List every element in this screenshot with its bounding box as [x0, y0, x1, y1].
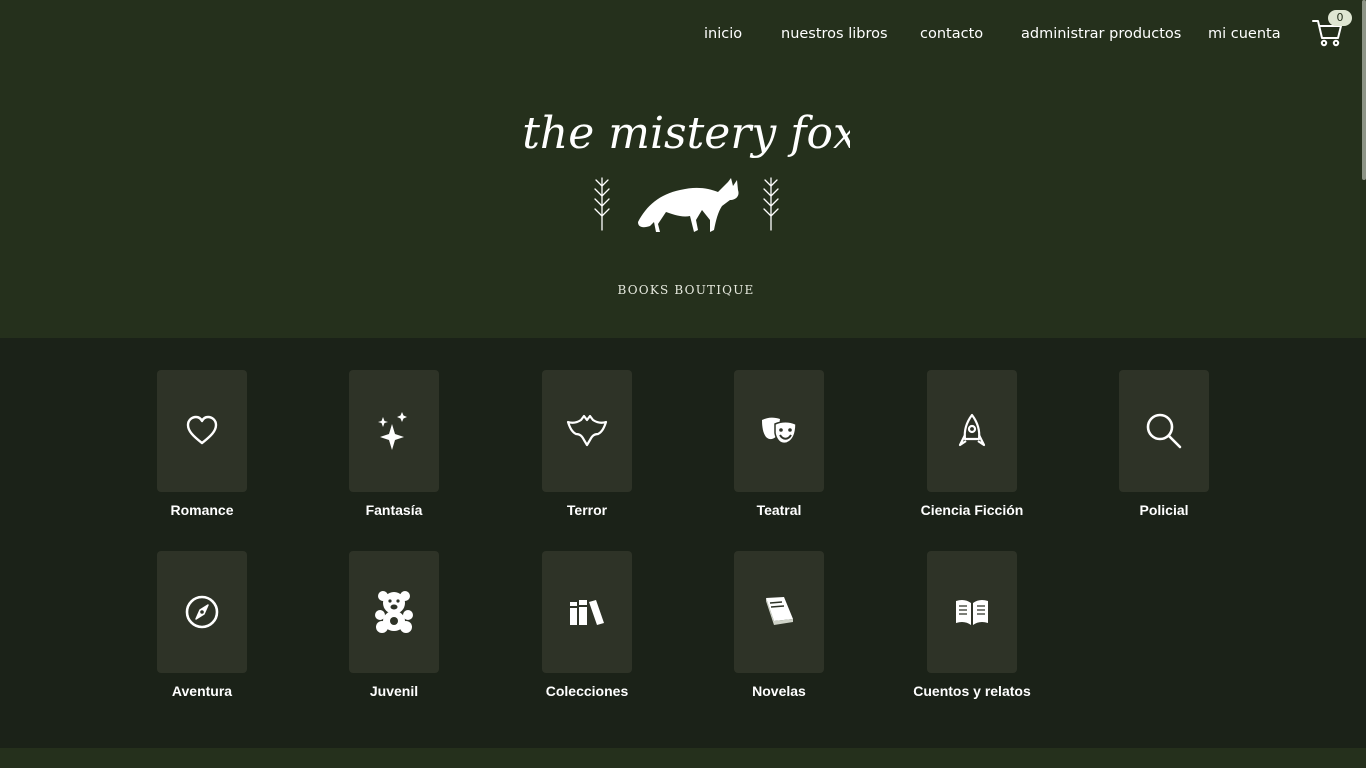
footer-strip [0, 748, 1366, 768]
category-label: Fantasía [365, 502, 423, 518]
theater-masks-icon [762, 417, 797, 445]
magnifier-icon [1146, 413, 1182, 449]
brand-tagline: BOOKS BOUTIQUE [617, 283, 755, 297]
category-tile[interactable] [734, 370, 824, 492]
category-label: Policial [1139, 502, 1189, 518]
brand-logo[interactable]: the mistery fox [520, 74, 850, 244]
sparkles-icon [378, 412, 407, 450]
category-label: Cuentos y relatos [913, 683, 1031, 699]
nav-administrar-productos[interactable]: administrar productos [1021, 24, 1181, 44]
heart-icon [186, 415, 218, 445]
category-label: Ciencia Ficción [920, 502, 1024, 518]
category-label: Romance [170, 502, 234, 518]
category-label: Teatral [756, 502, 802, 518]
logo-text: the mistery fox [522, 108, 850, 159]
compass-icon [185, 595, 219, 629]
category-label: Colecciones [545, 683, 629, 699]
category-tile[interactable] [349, 551, 439, 673]
teddy-bear-icon [375, 591, 413, 633]
nav-mi-cuenta[interactable]: mi cuenta [1208, 24, 1281, 44]
books-icon [570, 600, 604, 625]
sprig-right-icon [763, 177, 779, 231]
nav-contacto[interactable]: contacto [920, 24, 983, 44]
category-tile[interactable] [157, 370, 247, 492]
rocket-icon [958, 413, 986, 447]
fox-icon [638, 178, 739, 232]
category-label: Juvenil [369, 683, 419, 699]
category-tile[interactable] [927, 370, 1017, 492]
category-tile[interactable] [1119, 370, 1209, 492]
category-label: Novelas [752, 683, 806, 699]
cart-count-badge: 0 [1328, 10, 1352, 26]
category-tile[interactable] [734, 551, 824, 673]
open-book-icon [956, 599, 988, 625]
category-label: Aventura [171, 683, 233, 699]
category-tile[interactable] [349, 370, 439, 492]
category-tile[interactable] [542, 370, 632, 492]
scrollbar[interactable] [1362, 0, 1366, 180]
nav-inicio[interactable]: inicio [704, 24, 742, 44]
sprig-left-icon [594, 177, 610, 231]
category-tile[interactable] [927, 551, 1017, 673]
nav-nuestros-libros[interactable]: nuestros libros [781, 24, 888, 44]
bat-icon [566, 414, 608, 447]
category-label: Terror [566, 502, 608, 518]
category-tile[interactable] [157, 551, 247, 673]
category-tile[interactable] [542, 551, 632, 673]
book-icon [766, 597, 793, 625]
